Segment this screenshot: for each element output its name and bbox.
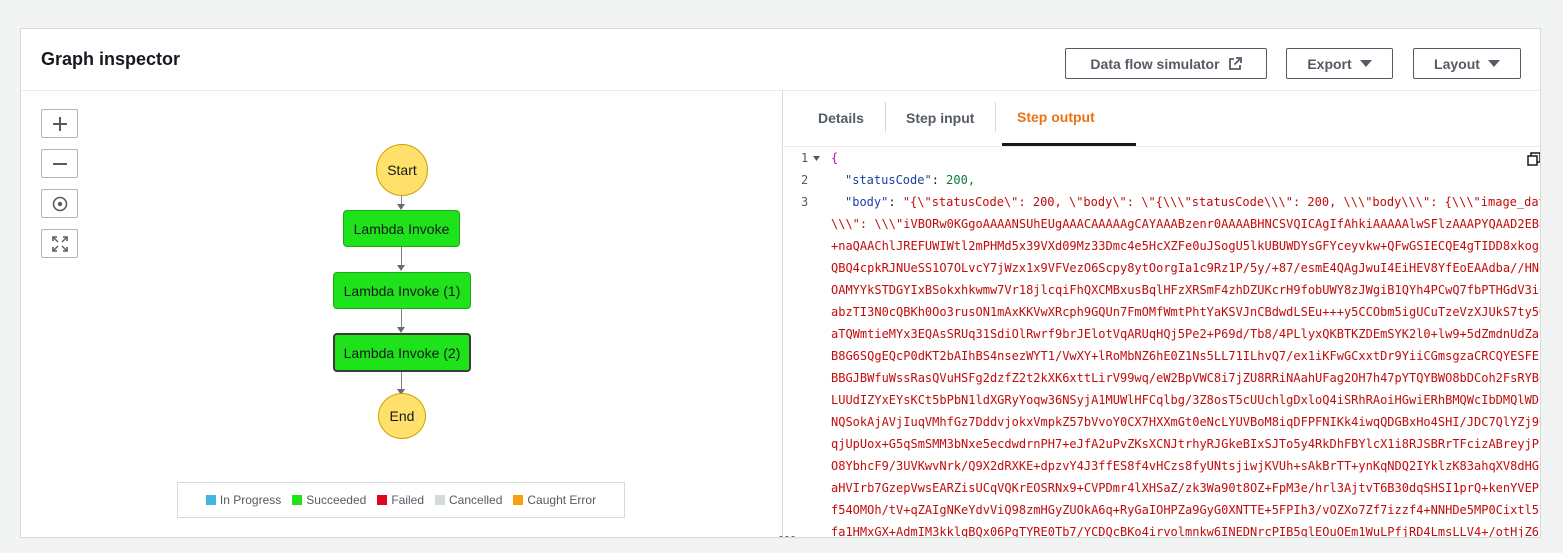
caret-down-icon <box>1487 60 1500 67</box>
external-link-icon <box>1228 56 1242 70</box>
graph-canvas[interactable]: Start Lambda Invoke Lambda Invoke (1) La… <box>21 91 782 537</box>
wrapped-string-line: +naQAAChlJREFUWIWtl2mPHMd5x39VXd09Mz33Dm… <box>831 239 1540 253</box>
copy-icon[interactable] <box>1527 152 1540 166</box>
legend-label: Caught Error <box>527 493 597 507</box>
swatch-succeeded <box>292 495 303 505</box>
wrapped-string-line: NQSokAjAVjIuqVMhfGz7DddvjokxVmpkZ57bVvoY… <box>831 415 1540 429</box>
expand-icon <box>51 235 68 252</box>
plus-icon <box>52 116 67 131</box>
json-key: "body" <box>845 195 889 209</box>
layout-button[interactable]: Layout <box>1413 48 1521 79</box>
wrapped-string-line: B8G6SQgEQcP0dKT2bAIhBS4nsezWYT1/VwXY+lRo… <box>831 349 1540 363</box>
swatch-failed <box>377 495 388 505</box>
wrapped-string-line: aHVIrb7GzepVwsEARZisUCqVQKrEOSRNx9+CVPDm… <box>831 481 1540 495</box>
end-state[interactable]: End <box>378 393 426 439</box>
tab-step-output[interactable]: Step output <box>1002 90 1136 146</box>
drag-handle-icon <box>779 536 795 537</box>
wrapped-string-line: OAMYYkSTDGYIxBSokxhkwmw7Vr18jlcqiFhQXCMB… <box>831 283 1540 297</box>
wrapped-string-line: aTQWmtieMYx3EQAsSRUq31SdiOlRwrf9brJElotV… <box>831 327 1540 341</box>
wrapped-string-line: fa1HMxGX+AdmIM3kklqBQx06PgTYRE0Tb7/YCDQc… <box>831 525 1540 537</box>
step-output-code-viewer[interactable]: 1 2 3 { "statusCode": 200, "body": "{\"s… <box>783 147 1540 537</box>
data-flow-simulator-label: Data flow simulator <box>1090 55 1220 72</box>
arrow-head-icon <box>397 265 405 271</box>
panel-title: Graph inspector <box>41 49 181 69</box>
horizontal-resize-handle[interactable] <box>778 528 796 537</box>
zoom-in-button[interactable] <box>41 109 78 138</box>
code-line-3: "body": "{\"statusCode\": 200, \"body\":… <box>845 191 1540 213</box>
status-legend: In Progress Succeeded Failed Cancelled C… <box>177 482 625 518</box>
json-number: 200, <box>946 173 976 187</box>
legend-item-cancelled: Cancelled <box>435 493 502 507</box>
state-lambda-invoke-1[interactable]: Lambda Invoke (1) <box>333 272 471 309</box>
target-icon <box>52 196 67 211</box>
line-number: 1 <box>801 151 809 165</box>
wrapped-string-line: \\\": \\\"iVBORw0KGgoAAAANSUhEUgAAACAAAA… <box>831 217 1540 231</box>
minus-icon <box>52 162 67 165</box>
data-flow-simulator-button[interactable]: Data flow simulator <box>1065 48 1267 79</box>
code-line-2: "statusCode": 200, <box>845 173 976 187</box>
wrapped-string-line: qjUpUox+G5qSmSMM3bNxe5ecdwdrnPH7+eJfA2uP… <box>831 437 1540 451</box>
legend-item-failed: Failed <box>377 493 424 507</box>
swatch-cancelled <box>435 495 445 505</box>
tab-step-output-label: Step output <box>1017 108 1095 125</box>
tab-separator <box>885 102 886 132</box>
legend-label: Succeeded <box>306 493 367 507</box>
center-graph-button[interactable] <box>41 189 78 218</box>
state-label: Lambda Invoke (1) <box>343 282 461 299</box>
wrapped-string-line: QBQ4cpkRJNUeSS1O7OLvcY7jWzx1x9VFVezO6Scp… <box>831 261 1540 275</box>
legend-label: Failed <box>391 493 424 507</box>
code-line-1: { <box>831 151 839 165</box>
state-lambda-invoke-2-selected[interactable]: Lambda Invoke (2) <box>333 333 471 372</box>
start-state[interactable]: Start <box>376 144 428 196</box>
fit-to-screen-button[interactable] <box>41 229 78 258</box>
tab-details[interactable]: Details <box>803 90 879 146</box>
zoom-out-button[interactable] <box>41 149 78 178</box>
tab-separator <box>995 102 996 132</box>
swatch-caught-error <box>513 495 524 505</box>
legend-label: In Progress <box>219 493 282 507</box>
wrapped-string-line: BBGJBWfuWssRasQVuHSFg2dzfZ2t2kXK6xttLirV… <box>831 371 1540 385</box>
wrapped-string-line: abzTI3N0cQBKh0Oo3rusON1mAxKKVwXRcph9GQUn… <box>831 305 1540 319</box>
export-label: Export <box>1307 55 1352 72</box>
tab-step-input[interactable]: Step input <box>891 90 989 146</box>
end-state-label: End <box>389 408 415 424</box>
legend-label: Cancelled <box>449 493 503 507</box>
caret-down-icon <box>1359 60 1372 67</box>
swatch-in-progress <box>205 495 216 505</box>
fold-arrow-icon[interactable] <box>813 156 820 161</box>
json-key: "statusCode" <box>845 173 932 187</box>
line-number: 3 <box>801 195 809 209</box>
line-number: 2 <box>801 173 809 187</box>
line-number-gutter: 1 2 3 <box>783 147 821 537</box>
tab-details-label: Details <box>818 110 864 126</box>
state-label: Lambda Invoke <box>353 220 450 237</box>
json-string: "{\"statusCode\": 200, \"body\": \"{\\\"… <box>902 195 1540 209</box>
start-state-label: Start <box>387 162 417 178</box>
legend-item-caught-error: Caught Error <box>513 493 596 507</box>
details-tabs: Details Step input Step output <box>783 90 1540 147</box>
wrapped-string-line: O8YbhcF9/3UVKwvNrk/Q9X2dRXKE+dpzvY4J3ffE… <box>831 459 1540 473</box>
graph-inspector-panel: Graph inspector Data flow simulator Expo… <box>20 28 1541 538</box>
state-lambda-invoke[interactable]: Lambda Invoke <box>343 210 460 247</box>
wrapped-string-line: LUUdIZYxEYsKCt5bPbN1ldXGRyYoqw36NSyjA1MU… <box>831 393 1540 407</box>
legend-item-succeeded: Succeeded <box>292 493 366 507</box>
state-label: Lambda Invoke (2) <box>343 344 461 361</box>
export-button[interactable]: Export <box>1286 48 1393 79</box>
tab-step-input-label: Step input <box>906 110 975 126</box>
legend-item-in-progress: In Progress <box>205 493 282 507</box>
wrapped-string-line: f54OMOh/tV+qZAIgNKeYdvViQ98zmHGyZUOkA6q+… <box>831 503 1540 517</box>
layout-label: Layout <box>1434 55 1480 72</box>
